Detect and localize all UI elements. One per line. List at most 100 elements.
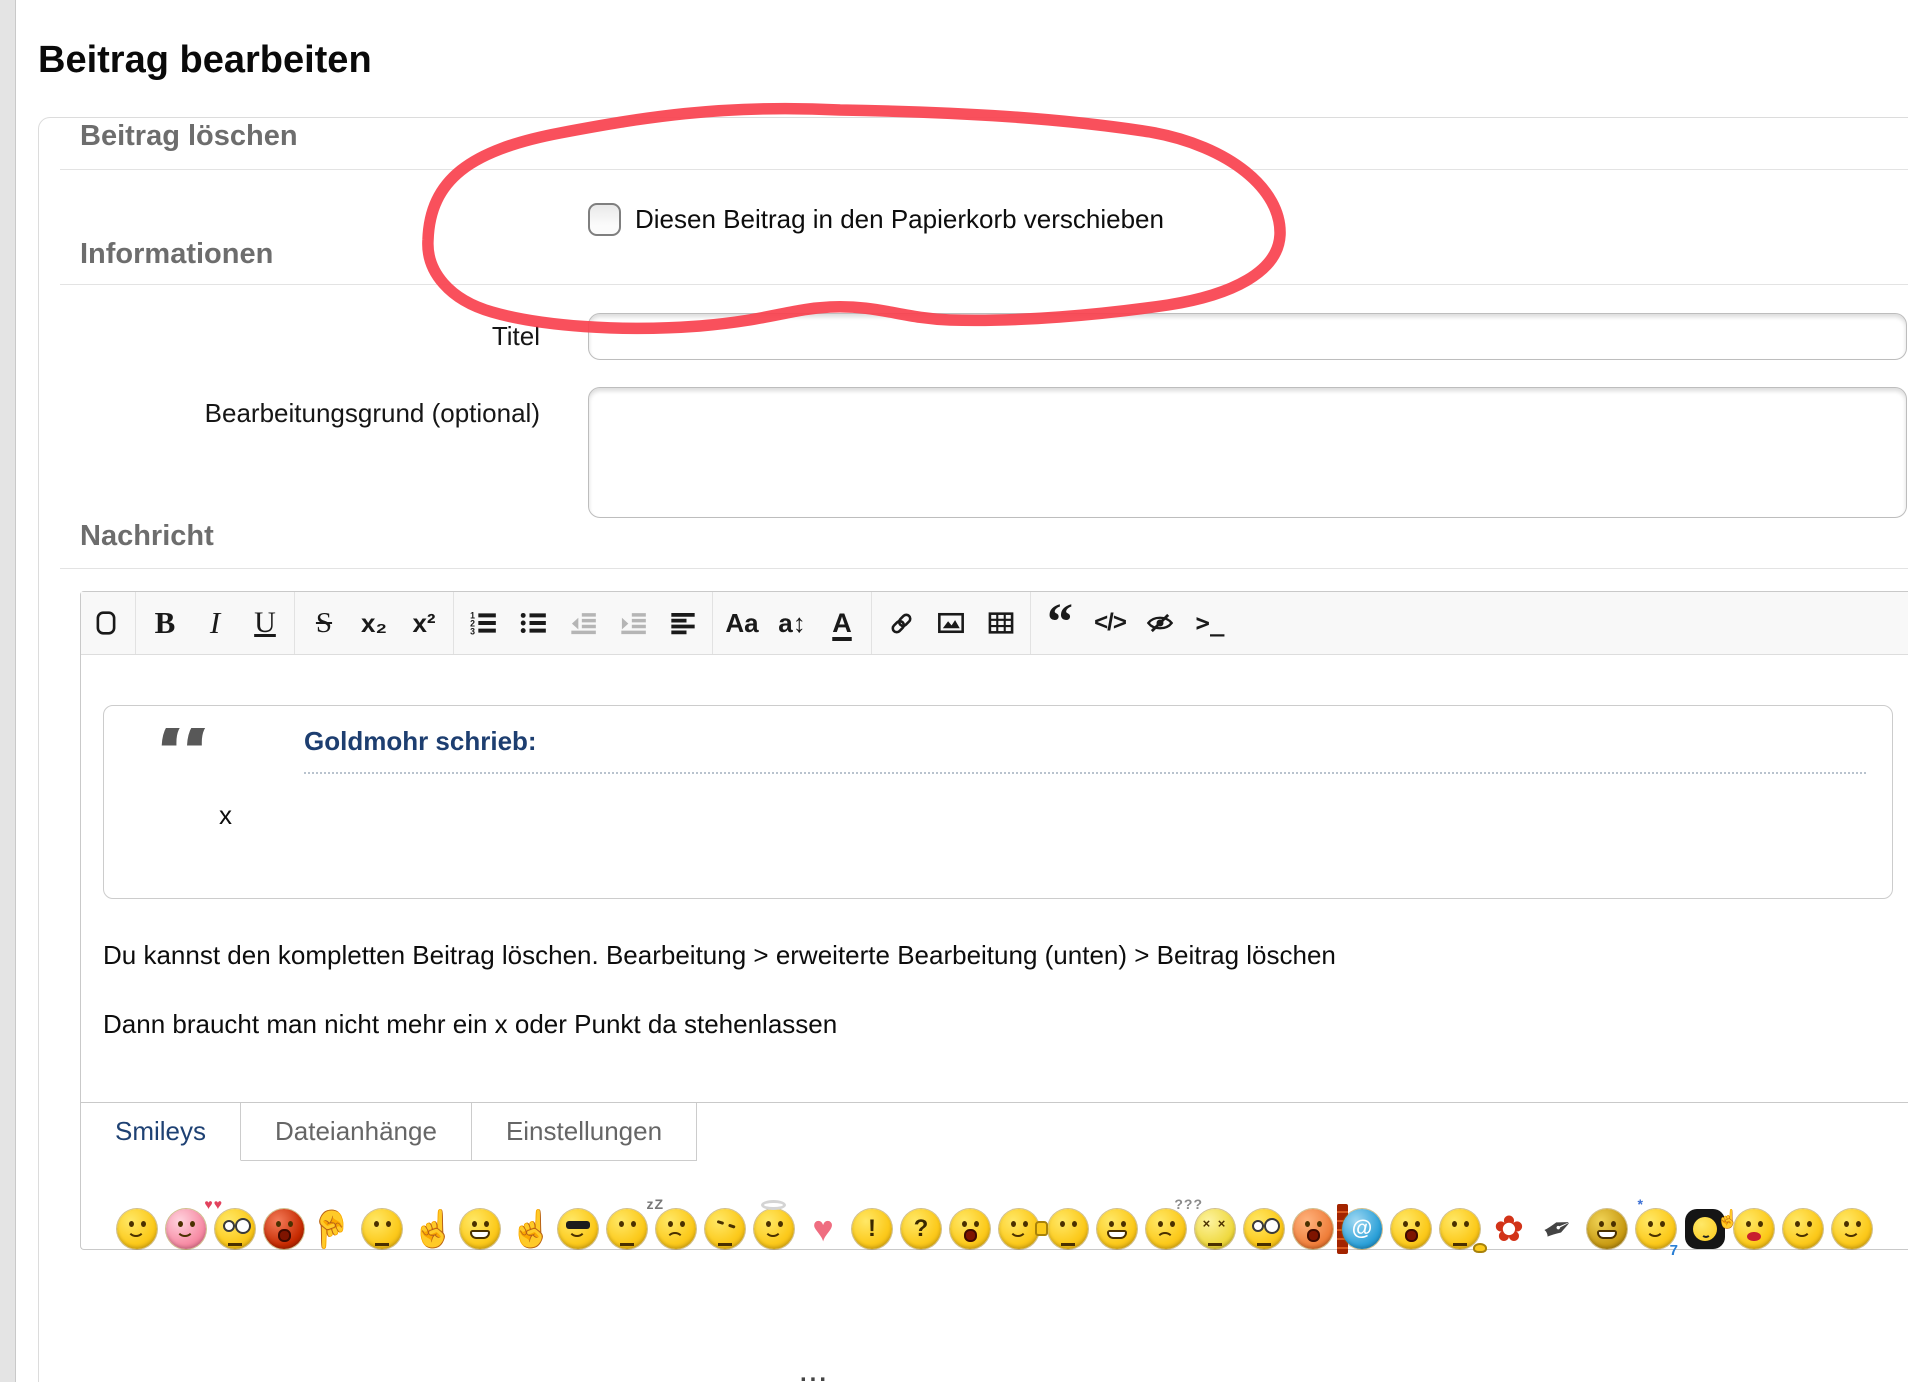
strikethrough-button[interactable]: S [299,592,349,654]
smiley-dizzy-glasses[interactable] [215,1209,255,1249]
toolbar-group-separator [135,592,136,654]
trash-checkbox-label[interactable]: Diesen Beitrag in den Papierkorb verschi… [635,204,1164,235]
smiley-dizzy-x[interactable]: × × [1195,1209,1235,1249]
smiley-exclamation[interactable]: ! [852,1209,892,1249]
smiley-detail [1035,1221,1048,1236]
tab-einstellungen[interactable]: Einstellungen [471,1103,698,1161]
unordered-list-button[interactable] [508,592,558,654]
bold-button[interactable]: B [140,592,190,654]
quote-button[interactable]: “ [1035,592,1085,633]
svg-text:3: 3 [470,627,475,637]
smiley-angry[interactable] [264,1209,304,1249]
smiley-heart[interactable]: ♥ [803,1209,843,1249]
smiley-thumbs-up-2[interactable]: ☝ [509,1209,554,1249]
underline-button[interactable]: U [240,592,290,654]
quote-author: Goldmohr schrieb: [304,726,1866,774]
smiley-cloud-nine[interactable]: 7 [1627,1209,1683,1259]
smiley-detail: ! [868,1215,876,1242]
smiley-detail: ? [913,1215,929,1242]
toolbar-group-separator [294,592,295,654]
smiley-rose[interactable]: ✿ [1489,1209,1529,1249]
toolbar-group-separator [712,592,713,654]
smiley-grin[interactable] [460,1209,500,1249]
link-icon [888,610,915,637]
smiley-wall-bang[interactable] [1293,1204,1348,1254]
smiley-smirk[interactable] [362,1209,402,1249]
smiley-angel[interactable] [754,1200,794,1249]
align-icon [669,609,697,637]
image-button[interactable] [926,592,976,654]
smiley-panel: ♥♥ ☝ ☝ ☝ zZ ♥!???? × × @ ✿ ✒ * 7 ☝ [81,1161,1908,1259]
smiley-grr-braces[interactable] [1097,1209,1137,1249]
titel-label: Titel [491,321,540,351]
smiley-sleepy[interactable]: zZ [607,1196,663,1249]
smiley-question[interactable]: ? [901,1209,941,1249]
indent-button[interactable] [608,592,658,654]
smiley-smile[interactable] [1783,1209,1823,1249]
indent-icon [619,609,647,637]
fullscreen-button[interactable] [81,592,131,654]
table-icon [987,609,1015,637]
tab-smileys[interactable]: Smileys [81,1103,242,1161]
page-title: Beitrag bearbeiten [38,39,372,81]
editor-content[interactable]: “ Goldmohr schrieb: x Du kannst den komp… [81,655,1908,1102]
smiley-detail: zZ [646,1196,664,1212]
smiley-thumbs-up[interactable]: ☝ [411,1209,456,1249]
editor-toolbar: B I U Sx₂ x² 1 2 3 Aa a↕ A “</> >_ [81,592,1908,655]
tab-strip-filler [697,1103,1908,1161]
left-gutter [0,0,16,1382]
toolbar-group-separator [453,592,454,654]
smiley-detail: ??? [1174,1196,1203,1212]
smiley-detail: × × [1202,1216,1228,1231]
smiley-laughing[interactable]: * [1587,1196,1643,1249]
ordered-list-icon: 123 [469,609,497,637]
grund-label: Bearbeitungsgrund (optional) [204,398,540,428]
smiley-detail [761,1200,786,1210]
outdent-icon [569,609,597,637]
font-size-button[interactable]: a↕ [767,592,817,654]
subscript-button[interactable]: x₂ [349,592,399,654]
quote-body: x [219,800,232,830]
code-button[interactable]: </> [1085,592,1135,654]
terminal-button[interactable]: >_ [1185,592,1235,654]
grund-textarea[interactable] [588,387,1907,518]
smiley-thinking[interactable] [1440,1209,1487,1253]
edit-post-panel: Beitrag löschen Diesen Beitrag in den Pa… [38,117,1908,1382]
align-button[interactable] [658,592,708,654]
smiley-evil[interactable] [705,1209,745,1249]
smiley-yawn[interactable] [950,1209,990,1249]
ordered-list-button[interactable]: 123 [458,592,508,654]
smiley-cool[interactable] [558,1209,598,1249]
smiley-spinning[interactable]: @ [1342,1209,1382,1249]
info-section-heading: Informationen [80,238,274,270]
font-family-button[interactable]: Aa [717,592,767,654]
smiley-tired[interactable] [656,1209,696,1249]
table-button[interactable] [976,592,1026,654]
smiley-happy[interactable] [1832,1209,1872,1249]
smiley-talk-to-the-hand[interactable] [1035,1209,1088,1249]
smiley-wink[interactable] [999,1209,1039,1249]
trash-checkbox[interactable] [588,203,621,236]
font-color-button[interactable]: A [817,592,867,654]
smiley-rolleyes[interactable] [117,1209,157,1249]
smiley-detail: 7 [1669,1242,1678,1259]
spoiler-button[interactable] [1135,592,1185,654]
image-icon [937,609,965,637]
message-section-heading: Nachricht [80,520,214,552]
smiley-writing-quill[interactable]: ✒ [1531,1202,1584,1255]
smiley-kiss[interactable] [1734,1209,1774,1249]
smiley-nervous[interactable] [1244,1209,1284,1249]
smiley-thumbs-down[interactable]: ☝ [308,1209,353,1250]
smiley-row: ♥♥ ☝ ☝ ☝ zZ ♥!???? × × @ ✿ ✒ * 7 ☝ [117,1196,1908,1259]
link-button[interactable] [876,592,926,654]
trash-checkbox-row: Diesen Beitrag in den Papierkorb verschi… [80,203,1908,236]
superscript-button[interactable]: x² [399,592,449,654]
smiley-crying[interactable] [1391,1209,1431,1249]
titel-input[interactable] [588,313,1907,360]
smiley-ninja[interactable]: ☝ [1685,1209,1739,1249]
tab-dateianhaenge[interactable]: Dateianhänge [241,1103,472,1161]
italic-button[interactable]: I [190,592,240,654]
outdent-button[interactable] [558,592,608,654]
smiley-confused[interactable]: ??? [1146,1196,1202,1249]
smiley-in-love[interactable]: ♥♥ [166,1196,222,1249]
